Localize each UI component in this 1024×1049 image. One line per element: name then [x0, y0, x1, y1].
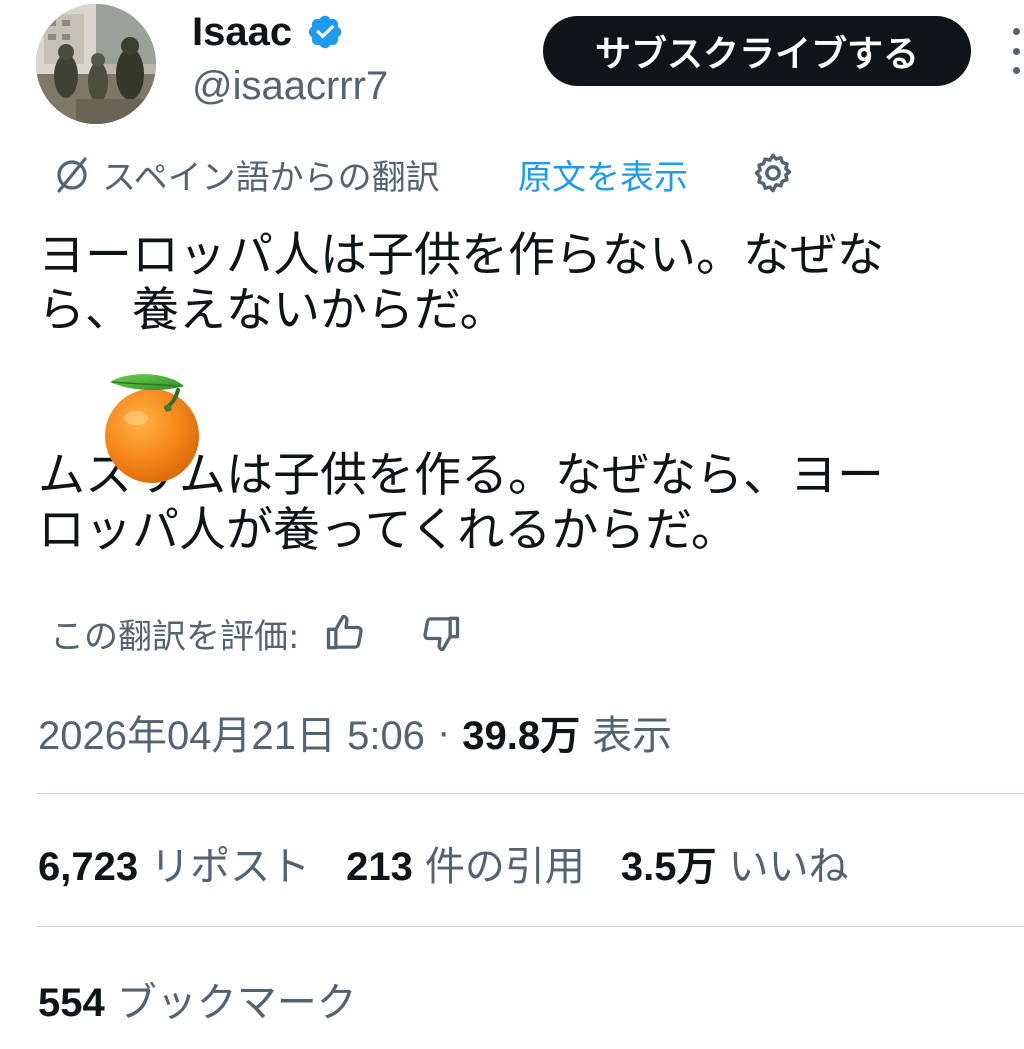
tweet-meta: 2026年04月21日 5:06 · 39.8万 表示	[38, 703, 673, 761]
verified-badge-icon	[306, 13, 344, 51]
display-name-text: Isaac	[192, 10, 293, 54]
tweet-line: ヨーロッパ人は子供を作らない。なぜな	[38, 228, 884, 283]
translation-source: スペイン語からの翻訳	[52, 150, 440, 198]
divider	[36, 793, 1024, 794]
thumbs-down-icon[interactable]	[419, 611, 463, 655]
subscribe-button[interactable]: サブスクライブする	[543, 16, 971, 86]
display-name[interactable]: Isaac	[192, 8, 344, 56]
likes-label: いいね	[728, 844, 849, 890]
reposts-label: リポスト	[150, 844, 311, 890]
bookmarks-stat[interactable]: 554 ブックマーク	[38, 970, 357, 1026]
divider	[36, 926, 1024, 927]
quotes-label: 件の引用	[424, 844, 585, 890]
views-label: 表示	[592, 714, 673, 758]
bookmarks-count: 554	[38, 981, 105, 1025]
translate-icon	[52, 154, 92, 194]
timestamp[interactable]: 2026年04月21日 5:06	[38, 703, 425, 761]
avatar-image	[36, 4, 156, 124]
tweet-line: ロッパ人が養ってくれるからだ。	[38, 503, 738, 558]
thumbs-up-icon[interactable]	[323, 611, 367, 655]
show-original-link[interactable]: 原文を表示	[518, 150, 688, 198]
meta-separator: ·	[436, 709, 451, 754]
gear-icon[interactable]	[750, 150, 796, 196]
user-handle[interactable]: @isaacrrr7	[192, 62, 388, 110]
tangerine-emoji-icon	[98, 370, 210, 486]
reposts-count: 6,723	[38, 845, 139, 889]
avatar[interactable]	[36, 4, 156, 124]
reposts-stat[interactable]: 6,723 リポスト	[38, 834, 310, 892]
tweet-line: ら、養えないからだ。	[38, 283, 507, 338]
more-vertical-icon[interactable]	[1008, 28, 1024, 74]
quotes-stat[interactable]: 213 件の引用	[346, 834, 585, 892]
views-count: 39.8万	[462, 714, 581, 758]
translation-source-label: スペイン語からの翻訳	[102, 157, 440, 198]
likes-count: 3.5万	[620, 845, 717, 889]
quotes-count: 213	[346, 845, 413, 889]
bookmarks-label: ブックマーク	[116, 980, 357, 1026]
likes-stat[interactable]: 3.5万 いいね	[621, 834, 849, 892]
rate-translation: この翻訳を評価:	[50, 608, 463, 658]
rate-translation-label: この翻訳を評価:	[50, 616, 300, 657]
engagement-stats: 6,723 リポスト 213 件の引用 3.5万 いいね	[38, 836, 884, 890]
